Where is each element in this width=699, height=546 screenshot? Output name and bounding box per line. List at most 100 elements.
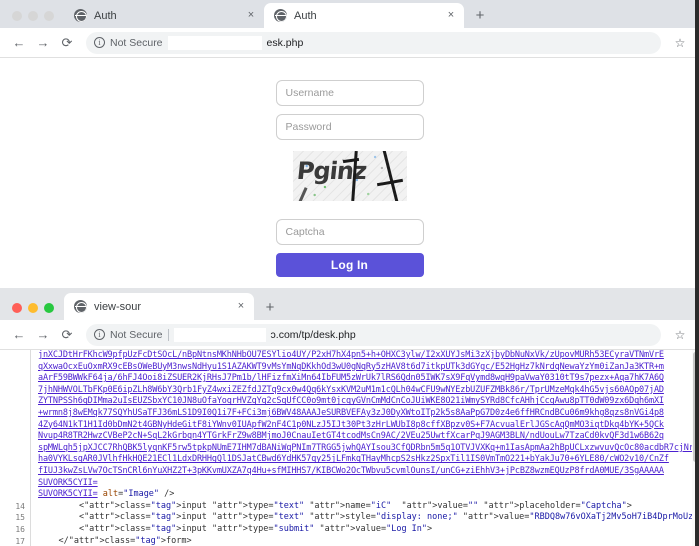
- source-line-text: <"attr">class="tag">input "attr">type="s…: [38, 523, 433, 534]
- source-line[interactable]: SUVORK5CYII= alt="Image" />: [38, 489, 699, 501]
- toolbar-bottom: ← → ⟳ i Not Secure ɔ.com/tp/desk.php ☆: [0, 320, 699, 350]
- info-icon[interactable]: i: [94, 37, 105, 48]
- source-line[interactable]: <"attr">class="tag">input "attr">type="t…: [38, 501, 699, 513]
- new-tab-button[interactable]: +: [468, 3, 492, 27]
- window-controls-bottom[interactable]: [8, 303, 64, 320]
- source-line-text: <"attr">class="tag">input "attr">type="t…: [38, 500, 632, 511]
- new-tab-button[interactable]: +: [258, 295, 282, 319]
- reload-icon[interactable]: ⟳: [56, 324, 78, 346]
- line-number: [0, 396, 30, 408]
- maximize-button[interactable]: [44, 303, 54, 313]
- globe-icon: [274, 9, 287, 22]
- base64-link[interactable]: Nvup4R8TR2HwzCVBeP2cN+SqL2kGrbqn4YTGrkFr…: [38, 431, 664, 441]
- url-redaction-block: [167, 35, 262, 50]
- globe-icon: [74, 300, 87, 313]
- screen: Auth × Auth × + ← → ⟳ i Not Secure esk.p…: [0, 0, 699, 546]
- base64-link[interactable]: spMWLqh5jpXJCC7RhQBK5lyqnKF5rw5tpkpNUmE7…: [38, 443, 699, 453]
- minimize-button[interactable]: [28, 11, 38, 21]
- base64-link[interactable]: 4Zy64N1kT1H1Id0bDmN2t4GBNyHdeGitF8iYWnv0…: [38, 420, 664, 430]
- line-number: [0, 454, 30, 466]
- source-line[interactable]: <"attr">class="tag">input "attr">type="s…: [38, 524, 699, 536]
- tab-auth-2[interactable]: Auth ×: [264, 3, 464, 28]
- password-input[interactable]: Password: [275, 114, 424, 140]
- maximize-button[interactable]: [44, 11, 54, 21]
- source-line-base64[interactable]: 4Zy64N1kT1H1Id0bDmN2t4GBNyHdeGitF8iYWnv0…: [38, 420, 699, 432]
- line-number: [0, 350, 30, 362]
- address-bar[interactable]: i Not Secure esk.php: [86, 31, 661, 54]
- browser-window-view-source: view-sour × + ← → ⟳ i Not Secure ɔ.com/t…: [0, 288, 699, 546]
- base64-link[interactable]: jnXCJDtHrFKhcW9pfpUzFcDtSOcL/nBpNtnsMKhN…: [38, 350, 664, 360]
- source-line-base64[interactable]: +wrmn8j8wEMqk77SQYhUSaTFJ36mLS1D9I0Q1i7F…: [38, 408, 699, 420]
- base64-link[interactable]: fIUJ3kwZsLVw7OcTSnCRl6nYuXHZ2T+3pKKvmUXZ…: [38, 466, 664, 476]
- close-button[interactable]: [12, 11, 22, 21]
- line-number: [0, 373, 30, 385]
- browser-window-login: Auth × Auth × + ← → ⟳ i Not Secure esk.p…: [0, 0, 699, 288]
- source-line-base64[interactable]: aArF59BWWkF64ja/6hFJ4Ooi8iZSUER2KjRHsJ7P…: [38, 373, 699, 385]
- line-number: 14: [15, 501, 25, 511]
- close-icon[interactable]: ×: [444, 9, 458, 23]
- window-controls-top[interactable]: [8, 11, 64, 28]
- view-source-content[interactable]: 14151617181920 jnXCJDtHrFKhcW9pfpUzFcDtS…: [0, 350, 699, 546]
- base64-link[interactable]: SUVORK5CYII=: [38, 478, 98, 488]
- source-line-base64[interactable]: qXxwaOcxEuOxmRX9cEBsOWeBUyM3nwsNdHyu1S1A…: [38, 362, 699, 374]
- source-line-base64[interactable]: ZYTNPSSh6qDIMma2uIsEUZSbxYC10JN8uOfaYoqr…: [38, 396, 699, 408]
- source-line-base64[interactable]: ha0VYKLsqAR0JVlhfHkHQE21ECl1LdxDRHHgQl1D…: [38, 454, 699, 466]
- line-number: [0, 408, 30, 420]
- base64-link[interactable]: ha0VYKLsqAR0JVlhfHkHQE21ECl1LdxDRHHgQl1D…: [38, 454, 669, 464]
- line-number: [0, 362, 30, 374]
- bookmark-star-icon[interactable]: ☆: [669, 32, 691, 54]
- source-line-base64[interactable]: Nvup4R8TR2HwzCVBeP2cN+SqL2kGrbqn4YTGrkFr…: [38, 431, 699, 443]
- tab-view-source[interactable]: view-sour ×: [64, 293, 254, 320]
- base64-link[interactable]: 7jhNHWVOLTbFKp0E6ipZLh8W6bY3Qrb1FyZ4wxiZ…: [38, 385, 664, 395]
- base64-link[interactable]: aArF59BWWkF64ja/6hFJ4Ooi8iZSUER2KjRHsJ7P…: [38, 373, 664, 383]
- close-button[interactable]: [12, 303, 22, 313]
- tab-auth-1[interactable]: Auth ×: [64, 3, 264, 28]
- close-icon[interactable]: ×: [234, 300, 248, 314]
- source-line-text: </"attr">class="tag">form>: [38, 535, 192, 546]
- username-placeholder: Username: [285, 87, 334, 99]
- tab-strip-bottom: view-sour × +: [0, 288, 699, 320]
- source-line-base64[interactable]: fIUJ3kwZsLVw7OcTSnCRl6nYuXHZ2T+3pKKvmUXZ…: [38, 466, 699, 478]
- source-code-text[interactable]: jnXCJDtHrFKhcW9pfpUzFcDtSOcL/nBpNtnsMKhN…: [31, 350, 699, 546]
- security-status-label: Not Secure: [110, 328, 163, 341]
- url-text: ɔ.com/tp/desk.php: [270, 328, 356, 341]
- window-right-edge: [695, 0, 699, 546]
- source-line-base64[interactable]: jnXCJDtHrFKhcW9pfpUzFcDtSOcL/nBpNtnsMKhN…: [38, 350, 699, 362]
- line-number: [0, 385, 30, 397]
- base64-link[interactable]: ZYTNPSSh6qDIMma2uIsEUZSbxYC10JN8uOfaYoqr…: [38, 396, 664, 406]
- close-icon[interactable]: ×: [244, 9, 258, 23]
- tab-title: Auth: [94, 9, 117, 22]
- source-line-base64[interactable]: 7jhNHWVOLTbFKp0E6ipZLh8W6bY3Qrb1FyZ4wxiZ…: [38, 385, 699, 397]
- captcha-placeholder: Captcha: [285, 226, 325, 238]
- back-icon[interactable]: ←: [8, 32, 30, 54]
- base64-link[interactable]: SUVORK5CYII=: [38, 489, 98, 499]
- toolbar-top: ← → ⟳ i Not Secure esk.php ☆: [0, 28, 699, 58]
- tab-strip-top: Auth × Auth × +: [0, 0, 699, 28]
- forward-icon[interactable]: →: [32, 32, 54, 54]
- source-line-base64[interactable]: spMWLqh5jpXJCC7RhQBK5lyqnKF5rw5tpkpNUmE7…: [38, 443, 699, 455]
- url-redaction-block: [173, 327, 266, 342]
- base64-link[interactable]: qXxwaOcxEuOxmRX9cEBsOWeBUyM3nwsNdHyu1S1A…: [38, 362, 664, 372]
- tab-title: view-sour: [94, 300, 142, 313]
- line-number: [0, 489, 30, 501]
- base64-link[interactable]: +wrmn8j8wEMqk77SQYhUSaTFJ36mLS1D9I0Q1i7F…: [38, 408, 664, 418]
- source-line[interactable]: </"attr">class="tag">form>: [38, 536, 699, 546]
- info-icon[interactable]: i: [94, 329, 105, 340]
- address-bar[interactable]: i Not Secure ɔ.com/tp/desk.php: [86, 323, 661, 346]
- bookmark-star-icon[interactable]: ☆: [669, 324, 691, 346]
- captcha-input[interactable]: Captcha: [275, 219, 424, 245]
- login-button[interactable]: Log In: [275, 253, 424, 277]
- line-number: [0, 478, 30, 490]
- line-number: [0, 443, 30, 455]
- divider: [167, 328, 169, 341]
- source-line-base64[interactable]: SUVORK5CYII=: [38, 478, 699, 490]
- minimize-button[interactable]: [28, 303, 38, 313]
- login-page: Username Password Pginz Captcha Log In: [0, 58, 699, 288]
- source-line-text: alt="Image" />: [102, 489, 175, 500]
- forward-icon[interactable]: →: [32, 324, 54, 346]
- line-number: [0, 466, 30, 478]
- reload-icon[interactable]: ⟳: [56, 32, 78, 54]
- username-input[interactable]: Username: [275, 80, 424, 106]
- back-icon[interactable]: ←: [8, 324, 30, 346]
- source-line[interactable]: <"attr">class="tag">input "attr">type="t…: [38, 512, 699, 524]
